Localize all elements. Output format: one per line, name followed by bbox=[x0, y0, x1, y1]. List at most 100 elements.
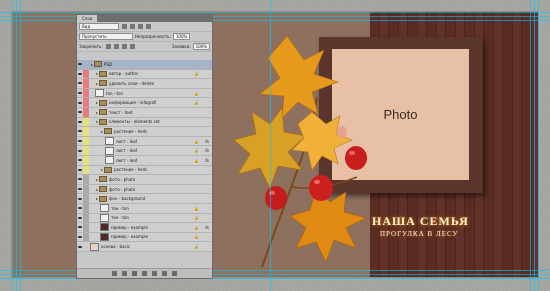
mask-icon[interactable] bbox=[132, 271, 137, 276]
tab-layers[interactable]: Слои bbox=[77, 15, 98, 22]
layer-name: информация - infografi bbox=[109, 100, 157, 106]
layer-name: фото - photo bbox=[109, 186, 136, 192]
blend-mode-select[interactable]: Пропустить bbox=[79, 33, 133, 40]
lock-icon: 🔒 bbox=[194, 205, 199, 211]
folder-icon bbox=[99, 80, 107, 87]
lock-icon: 🔒 bbox=[194, 215, 199, 221]
guide-line[interactable] bbox=[20, 0, 21, 291]
trash-icon[interactable] bbox=[172, 271, 177, 276]
layer-row[interactable]: ▸ растение - herb bbox=[77, 127, 212, 137]
lock-icon: 🔒 bbox=[194, 100, 199, 106]
layer-thumbnail bbox=[105, 156, 114, 165]
guide-line[interactable] bbox=[12, 0, 13, 291]
layer-row[interactable]: ▸ элементы - elements set bbox=[77, 117, 212, 128]
berry bbox=[345, 146, 367, 170]
adjustment-icon[interactable] bbox=[142, 271, 147, 276]
leaf bbox=[259, 35, 339, 119]
layer-color-tag bbox=[83, 60, 89, 69]
opacity-input[interactable]: 100% bbox=[172, 33, 191, 40]
layer-name: растение - herb bbox=[114, 128, 147, 134]
guide-line[interactable] bbox=[0, 12, 550, 13]
layer-thumbnail bbox=[90, 242, 99, 251]
layer-color-tag bbox=[83, 223, 89, 232]
fx-badge-icon[interactable]: fx bbox=[205, 158, 209, 163]
filter-shape-icon[interactable] bbox=[146, 24, 151, 29]
fx-badge-icon[interactable]: fx bbox=[205, 148, 209, 153]
layer-thumbnail bbox=[100, 213, 109, 222]
lock-icon: 🔒 bbox=[194, 224, 199, 230]
layer-row[interactable]: основа - basic 🔒 bbox=[77, 242, 212, 252]
layer-thumbnail bbox=[105, 146, 114, 155]
layer-name: фото - photo bbox=[109, 176, 136, 182]
layer-row[interactable]: лист - leaf 🔒 fx bbox=[77, 146, 212, 156]
blend-row: Пропустить Непрозрачность: 100% bbox=[77, 32, 212, 42]
layer-name: растение - herb bbox=[114, 167, 147, 173]
fx-badge-icon[interactable]: fx bbox=[205, 139, 209, 144]
layer-row[interactable]: ▸ фон - background bbox=[77, 194, 212, 204]
layer-color-tag bbox=[83, 69, 89, 79]
filter-adjustment-icon[interactable] bbox=[130, 24, 135, 29]
layer-name: удалить слои - delete bbox=[109, 80, 155, 86]
lock-icon: 🔒 bbox=[194, 90, 199, 96]
new-group-icon[interactable] bbox=[152, 271, 157, 276]
layer-row[interactable]: ▸ фото - photo bbox=[77, 184, 212, 195]
layer-row[interactable]: ▸ автор - author 🔒 bbox=[77, 69, 212, 80]
layer-row[interactable]: лист - leaf 🔒 fx bbox=[77, 136, 212, 147]
layer-row[interactable]: ▸ информация - infografi 🔒 bbox=[77, 98, 212, 108]
layer-row[interactable]: ▸ текст - text bbox=[77, 107, 212, 118]
layer-color-tag bbox=[83, 175, 89, 184]
guide-line[interactable] bbox=[538, 0, 539, 291]
layer-thumbnail bbox=[100, 204, 109, 213]
fx-icon[interactable] bbox=[122, 271, 127, 276]
layer-row[interactable]: тон - ton 🔒 bbox=[77, 213, 212, 224]
layer-row[interactable]: ▸ фото - photo bbox=[77, 175, 212, 185]
layer-name: фон - background bbox=[109, 196, 146, 202]
layer-name: PSD bbox=[104, 61, 113, 67]
title-text: НАША СЕМЬЯ bbox=[372, 214, 469, 228]
fx-badge-icon[interactable]: fx bbox=[205, 225, 209, 230]
new-layer-icon[interactable] bbox=[162, 271, 167, 276]
fill-label: Заливка: bbox=[171, 44, 191, 49]
layer-row[interactable]: ▸ PSD bbox=[77, 60, 212, 70]
layer-color-tag bbox=[83, 242, 89, 251]
layer-row[interactable]: пример - example 🔒 bbox=[77, 232, 212, 243]
layer-row[interactable]: ▸ удалить слои - delete bbox=[77, 79, 212, 89]
leaf bbox=[289, 187, 367, 263]
folder-icon bbox=[99, 99, 107, 106]
layer-name: лист - leaf bbox=[116, 157, 138, 163]
guide-line[interactable] bbox=[270, 0, 271, 291]
folder-icon bbox=[99, 186, 107, 193]
layers-panel: Слои Вид Пропустить Непрозрачность: 100%… bbox=[76, 14, 213, 279]
layer-name: пример - example bbox=[111, 224, 148, 230]
folder-icon bbox=[99, 176, 107, 183]
layer-row[interactable]: лист - leaf 🔒 fx bbox=[77, 155, 212, 166]
guide-line[interactable] bbox=[530, 0, 531, 291]
lock-icon: 🔒 bbox=[194, 148, 199, 154]
lock-row: Закрепить: Заливка: 100% bbox=[77, 42, 212, 52]
layer-row[interactable]: ton - ton 🔒 bbox=[77, 88, 212, 99]
berry bbox=[309, 175, 333, 201]
filter-row: Вид bbox=[77, 22, 212, 32]
link-icon[interactable] bbox=[112, 271, 117, 276]
kind-filter-select[interactable]: Вид bbox=[79, 23, 119, 30]
layer-row[interactable]: тон - ton 🔒 bbox=[77, 203, 212, 214]
layer-color-tag bbox=[83, 146, 89, 155]
filter-pixel-icon[interactable] bbox=[122, 24, 127, 29]
layer-thumbnail bbox=[100, 223, 109, 232]
lock-icon: 🔒 bbox=[194, 138, 199, 144]
layer-row[interactable]: пример - example 🔒 fx bbox=[77, 223, 212, 233]
fill-input[interactable]: 100% bbox=[192, 43, 210, 50]
layer-name: основа - basic bbox=[101, 244, 130, 250]
lock-move-icon[interactable] bbox=[121, 44, 127, 49]
lock-all-icon[interactable] bbox=[129, 44, 135, 49]
lock-icon: 🔒 bbox=[194, 244, 199, 250]
guide-line[interactable] bbox=[16, 0, 17, 291]
opacity-label: Непрозрачность: bbox=[135, 34, 171, 39]
layer-color-tag bbox=[83, 155, 89, 165]
layer-color-tag bbox=[83, 232, 89, 242]
layer-row[interactable]: ▸ растение - herb bbox=[77, 165, 212, 176]
guide-line[interactable] bbox=[534, 0, 535, 291]
lock-transparent-icon[interactable] bbox=[105, 44, 111, 49]
lock-brush-icon[interactable] bbox=[113, 44, 119, 49]
filter-text-icon[interactable] bbox=[138, 24, 143, 29]
